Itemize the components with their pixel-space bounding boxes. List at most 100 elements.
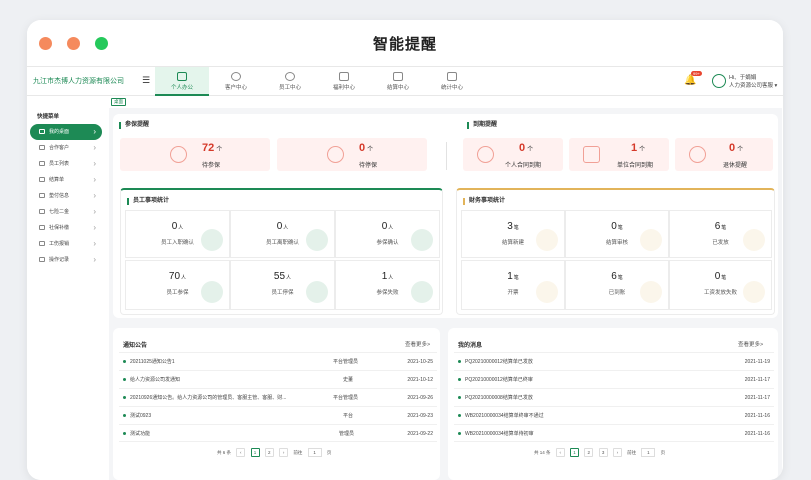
stat-invoice[interactable]: 1笔 开票 [461,260,565,310]
sidebar-item-settlement[interactable]: 结算单 [30,172,102,188]
stat-enroll-failed[interactable]: 1人 参保失败 [335,260,440,310]
tab-customer-center[interactable]: 客户中心 [209,67,263,96]
tab-welfare-center[interactable]: 福利中心 [317,67,371,96]
reminder-label: 待停保 [359,163,378,169]
notice-row[interactable]: 20211025通知公告1 平台管理员 2021-10-25 [119,352,437,370]
pager-page-input[interactable]: 1 [641,448,656,458]
breadcrumb[interactable]: 桌面 [111,98,126,106]
user-avatar-icon[interactable] [712,74,726,88]
sidebar-item-label: 社保补缴 [49,225,70,231]
sidebar: 快捷菜单 我的桌面 合作客户 员工列表 结算单 垫付信息 七险二金 社保补缴 工… [27,106,105,480]
pager-prev-button[interactable]: ‹ [555,448,565,458]
stat-number: 0 [611,221,617,232]
staff-title: 员工事项统计 [127,198,169,205]
reminder-retirement[interactable]: 0个 退休提醒 [675,138,773,171]
pager-prev-button[interactable]: ‹ [236,448,246,458]
bullet-icon [458,414,461,418]
stat-pay-failed[interactable]: 0笔 工资发放失败 [669,260,772,310]
pager-page-1[interactable]: 1 [250,448,260,458]
home-icon [640,281,662,303]
notice-text: 20211025通知公告1 [130,359,175,365]
sidebar-item-injury[interactable]: 工伤报销 [30,236,102,252]
stat-employee-enroll[interactable]: 70人 员工参保 [125,260,230,310]
reminder-number: 0 [729,142,736,154]
notice-date: 2021-09-26 [407,395,433,401]
notice-author: 管理员 [339,431,355,437]
top-navigation: 九江市杰博人力资源有限公司 ☰ 个人办公 客户中心 员工中心 福利中心 结算中心… [27,66,783,96]
pager-next-button[interactable]: › [279,448,289,458]
sidebar-item-label: 员工列表 [49,161,70,167]
notice-row[interactable]: 给人力资源公司发通知 史董 2021-10-12 [119,370,437,388]
notice-date: 2021-09-23 [407,413,433,419]
sidebar-item-label: 合作客户 [49,145,70,151]
message-row[interactable]: WB20210000034结算单终审不通过 2021-11-16 [454,406,774,424]
message-date: 2021-11-16 [744,413,770,419]
notices-more-link[interactable]: 查看更多> [405,340,430,348]
pager-page-2[interactable]: 2 [584,448,594,458]
reminder-value: 1个 [631,142,645,154]
stat-leave-confirm[interactable]: 0人 员工离职确认 [230,210,335,258]
company-name: 九江市杰博人力资源有限公司 [33,78,124,85]
notice-author: 平台 [343,413,354,419]
pager-page-2[interactable]: 2 [264,448,274,458]
message-row[interactable]: PQ20210000012结算单已终审 2021-11-17 [454,370,774,388]
user-info[interactable]: Hi、于娟娟 人力资源公司客服 ▾ [729,74,777,90]
sidebar-item-advance[interactable]: 垫付信息 [30,188,102,204]
sidebar-item-customers[interactable]: 合作客户 [30,140,102,156]
tab-statistics-center[interactable]: 统计中心 [425,67,479,96]
tab-settlement-center[interactable]: 结算中心 [371,67,425,96]
stat-unit: 笔 [721,275,727,281]
stat-entry-confirm[interactable]: 0人 员工入职确认 [125,210,230,258]
document-icon [393,72,403,81]
sidebar-header: 快捷菜单 [37,114,60,120]
tab-personal-office[interactable]: 个人办公 [155,67,209,96]
messages-more-link[interactable]: 查看更多> [738,340,763,348]
stat-settlement-new[interactable]: 3笔 结算新建 [461,210,565,258]
reminder-company-contract[interactable]: 1个 单位合同到期 [569,138,669,171]
calculator-icon [536,229,558,251]
reminder-pending-stop[interactable]: 0个 待停保 [277,138,427,171]
sidebar-item-employees[interactable]: 员工列表 [30,156,102,172]
pager-next-button[interactable]: › [612,448,622,458]
pager-page-input[interactable]: 1 [307,448,322,458]
message-row[interactable]: WB20210000034结算单待初审 2021-11-16 [454,424,774,442]
bullet-icon [123,414,126,418]
review-icon [640,229,662,251]
notice-row[interactable]: 测试0923 平台 2021-09-23 [119,406,437,424]
stat-enroll-confirm[interactable]: 0人 参保确认 [335,210,440,258]
notice-row[interactable]: 20210926通知公告。给人力资源公司的管理员、客服主管、客服、财... 平台管… [119,388,437,406]
dashboard-card: 参保提醒 72 个 待参保 0个 待停保 到期提醒 0个 个人合同到期 1个 单… [113,114,778,318]
notice-title-cell: 给人力资源公司发通知 [123,371,180,389]
reminder-pending-enroll[interactable]: 72 个 待参保 [120,138,270,171]
pager-page-3[interactable]: 3 [598,448,608,458]
stat-settlement-review[interactable]: 0笔 结算审核 [565,210,669,258]
notice-row[interactable]: 测试功能 管理员 2021-09-22 [119,424,437,442]
stat-paid-out[interactable]: 6笔 已发放 [669,210,772,258]
tab-employee-center[interactable]: 员工中心 [263,67,317,96]
sidebar-item-insurance[interactable]: 七险二金 [30,204,102,220]
sidebar-item-back-pay[interactable]: 社保补缴 [30,220,102,236]
reminder-personal-contract[interactable]: 0个 个人合同到期 [463,138,563,171]
message-text: WB20210000034结算单终审不通过 [465,413,544,419]
message-row[interactable]: PQ20210000008结算单已发放 2021-11-17 [454,388,774,406]
bullet-icon [458,360,461,364]
bell-icon[interactable]: 🔔 [684,75,696,86]
stat-received[interactable]: 6笔 已到账 [565,260,669,310]
message-row[interactable]: PQ20210000012结算单已发放 2021-11-19 [454,352,774,370]
pager-page-1[interactable]: 1 [570,448,580,458]
finance-title: 财务事项统计 [463,198,505,205]
message-text: PQ20210000012结算单已发放 [465,359,533,365]
gift-icon [339,72,349,81]
record-icon [39,257,45,263]
notice-text: 测试功能 [130,431,151,437]
sidebar-item-logs[interactable]: 操作记录 [30,252,102,268]
notice-author: 平台管理员 [333,359,359,365]
stat-employee-stop[interactable]: 55人 员工停保 [230,260,335,310]
pager-goto-label: 前往 [627,450,637,456]
menu-toggle-icon[interactable]: ☰ [142,75,150,86]
notice-date: 2021-09-22 [407,431,433,437]
stop-icon [306,281,328,303]
reminder-unit: 个 [527,147,534,153]
social-security-icon [39,225,45,231]
sidebar-item-my-desktop[interactable]: 我的桌面 [30,124,102,140]
